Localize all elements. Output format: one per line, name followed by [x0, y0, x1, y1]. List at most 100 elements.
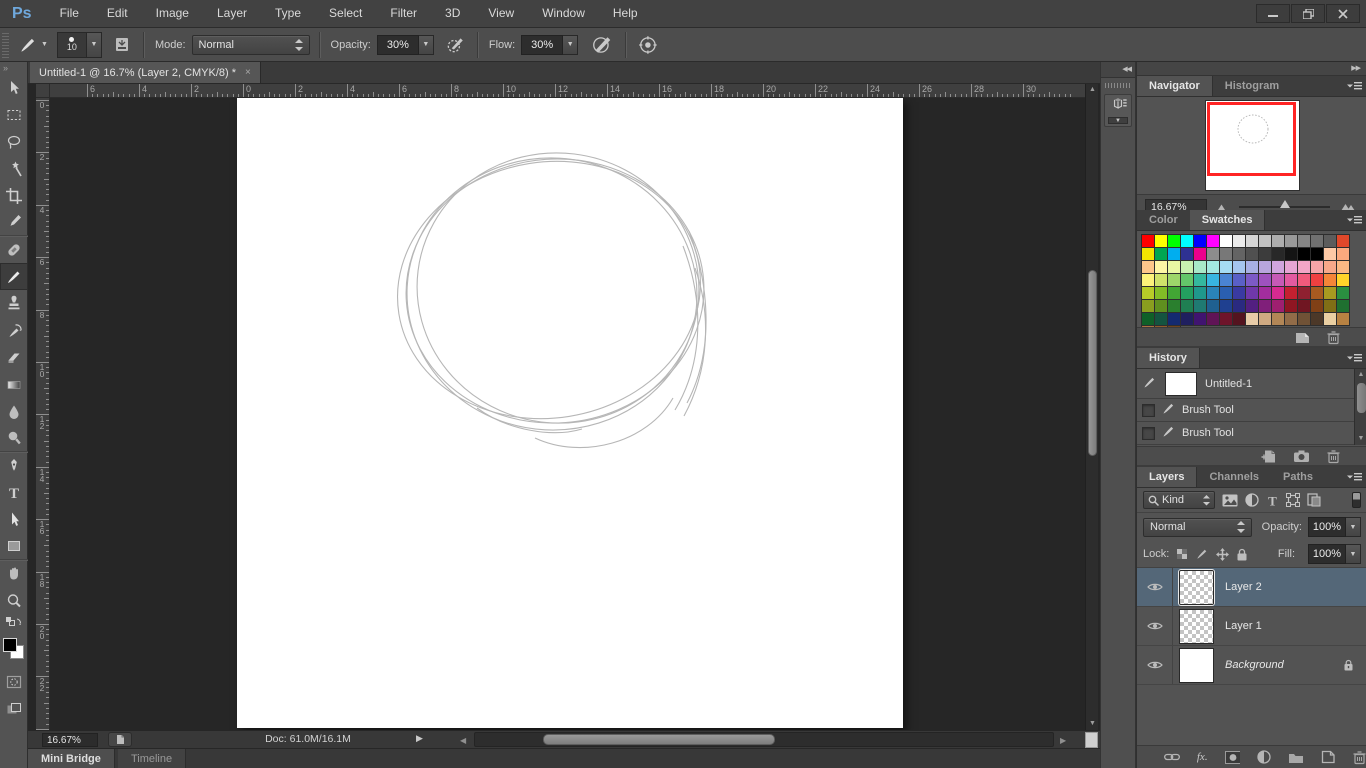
swatch[interactable] — [1168, 248, 1180, 260]
swatch[interactable] — [1246, 261, 1258, 273]
swatch[interactable] — [1194, 248, 1206, 260]
swatch[interactable] — [1194, 313, 1206, 325]
swatch[interactable] — [1207, 261, 1219, 273]
swatch[interactable] — [1337, 235, 1349, 247]
menu-filter[interactable]: Filter — [376, 0, 431, 27]
layer-name[interactable]: Background — [1225, 659, 1284, 671]
swatch[interactable] — [1233, 261, 1245, 273]
swatch[interactable] — [1285, 248, 1297, 260]
menu-help[interactable]: Help — [599, 0, 652, 27]
crop-tool[interactable] — [0, 182, 28, 209]
tab-layers[interactable]: Layers — [1137, 467, 1198, 487]
menu-window[interactable]: Window — [528, 0, 599, 27]
blur-tool[interactable] — [0, 398, 28, 425]
swatch[interactable] — [1246, 300, 1258, 312]
swatch[interactable] — [1285, 261, 1297, 273]
dodge-tool[interactable] — [0, 425, 28, 452]
lock-pixels-icon[interactable] — [1195, 547, 1209, 561]
new-layer-icon[interactable] — [1321, 750, 1335, 764]
tab-color[interactable]: Color — [1137, 210, 1190, 230]
layer-filter-toggle[interactable] — [1352, 492, 1361, 508]
pressure-opacity-icon[interactable] — [442, 33, 468, 57]
new-group-icon[interactable] — [1288, 751, 1304, 764]
swatch[interactable] — [1298, 300, 1310, 312]
move-tool[interactable] — [0, 74, 28, 101]
pixel-filter-icon[interactable] — [1222, 494, 1238, 507]
collapse-panels-icon[interactable]: ▶▶ — [1137, 62, 1366, 76]
swatch[interactable] — [1272, 274, 1284, 286]
swatch[interactable] — [1220, 313, 1232, 325]
history-scrollbar-thumb[interactable] — [1357, 383, 1366, 413]
swatch[interactable] — [1298, 261, 1310, 273]
layer-row[interactable]: Layer 1 — [1137, 607, 1366, 646]
swatch[interactable] — [1285, 274, 1297, 286]
swatch[interactable] — [1233, 248, 1245, 260]
tab-swatches[interactable]: Swatches — [1189, 210, 1266, 230]
link-layers-icon[interactable] — [1164, 751, 1180, 763]
document-tab[interactable]: Untitled-1 @ 16.7% (Layer 2, CMYK/8) * × — [30, 62, 261, 83]
visibility-eye-icon[interactable] — [1137, 646, 1173, 684]
swatch[interactable] — [1194, 261, 1206, 273]
swatch[interactable] — [1259, 261, 1271, 273]
menu-edit[interactable]: Edit — [93, 0, 142, 27]
eyedropper-tool[interactable] — [0, 209, 28, 236]
visibility-eye-icon[interactable] — [1137, 568, 1173, 606]
vertical-ruler[interactable]: 024681012141618202224 — [36, 98, 50, 730]
swatch[interactable] — [1181, 261, 1193, 273]
menu-layer[interactable]: Layer — [203, 0, 261, 27]
chevron-down-icon[interactable]: ▼ — [563, 34, 579, 55]
swatch[interactable] — [1142, 274, 1154, 286]
swatch[interactable] — [1220, 287, 1232, 299]
toolbar-collapse-button[interactable]: » — [0, 62, 27, 74]
swatch[interactable] — [1194, 300, 1206, 312]
swatch[interactable] — [1311, 313, 1323, 325]
swatch[interactable] — [1324, 235, 1336, 247]
swatch[interactable] — [1142, 287, 1154, 299]
tab-channels[interactable]: Channels — [1197, 467, 1271, 487]
swatch[interactable] — [1324, 248, 1336, 260]
swatch[interactable] — [1246, 313, 1258, 325]
layer-fill-field[interactable]: 100% ▼ — [1308, 544, 1361, 564]
menu-image[interactable]: Image — [142, 0, 203, 27]
swatch[interactable] — [1285, 300, 1297, 312]
menu-view[interactable]: View — [474, 0, 528, 27]
tab-histogram[interactable]: Histogram — [1213, 76, 1291, 96]
adjustment-filter-icon[interactable] — [1245, 493, 1259, 507]
swatch[interactable] — [1233, 300, 1245, 312]
scroll-up-icon[interactable]: ▲ — [1355, 369, 1366, 381]
panel-menu-icon[interactable] — [1347, 353, 1362, 364]
swatch[interactable] — [1272, 287, 1284, 299]
swatch[interactable] — [1207, 287, 1219, 299]
layer-thumbnail[interactable] — [1179, 647, 1214, 683]
swatch[interactable] — [1142, 248, 1154, 260]
options-bar-grip[interactable] — [2, 31, 9, 58]
swatch[interactable] — [1337, 274, 1349, 286]
swatch[interactable] — [1272, 300, 1284, 312]
history-source-checkbox[interactable] — [1142, 426, 1155, 440]
swatch[interactable] — [1272, 261, 1284, 273]
menu-3d[interactable]: 3D — [431, 0, 474, 27]
chevron-down-icon[interactable]: ▼ — [1346, 544, 1361, 564]
swatch[interactable] — [1168, 287, 1180, 299]
swatch[interactable] — [1246, 287, 1258, 299]
navigator-thumbnail[interactable] — [1206, 101, 1299, 190]
gradient-tool[interactable] — [0, 371, 28, 398]
swatch[interactable] — [1324, 300, 1336, 312]
swatch[interactable] — [1337, 300, 1349, 312]
rectangular-marquee-tool[interactable] — [0, 101, 28, 128]
swatch[interactable] — [1259, 235, 1271, 247]
type-tool[interactable]: T — [0, 479, 28, 506]
swatch[interactable] — [1337, 248, 1349, 260]
scroll-down-icon[interactable]: ▼ — [1086, 718, 1099, 730]
swatch[interactable] — [1181, 248, 1193, 260]
swatch[interactable] — [1298, 287, 1310, 299]
filter-kind-select[interactable]: Kind — [1143, 491, 1215, 509]
shape-filter-icon[interactable] — [1286, 493, 1300, 507]
swatch[interactable] — [1259, 248, 1271, 260]
menu-select[interactable]: Select — [315, 0, 376, 27]
tab-timeline[interactable]: Timeline — [117, 749, 187, 768]
scroll-down-icon[interactable]: ▼ — [1355, 433, 1366, 445]
swatch[interactable] — [1246, 235, 1258, 247]
swatch[interactable] — [1181, 313, 1193, 325]
swatch[interactable] — [1324, 261, 1336, 273]
